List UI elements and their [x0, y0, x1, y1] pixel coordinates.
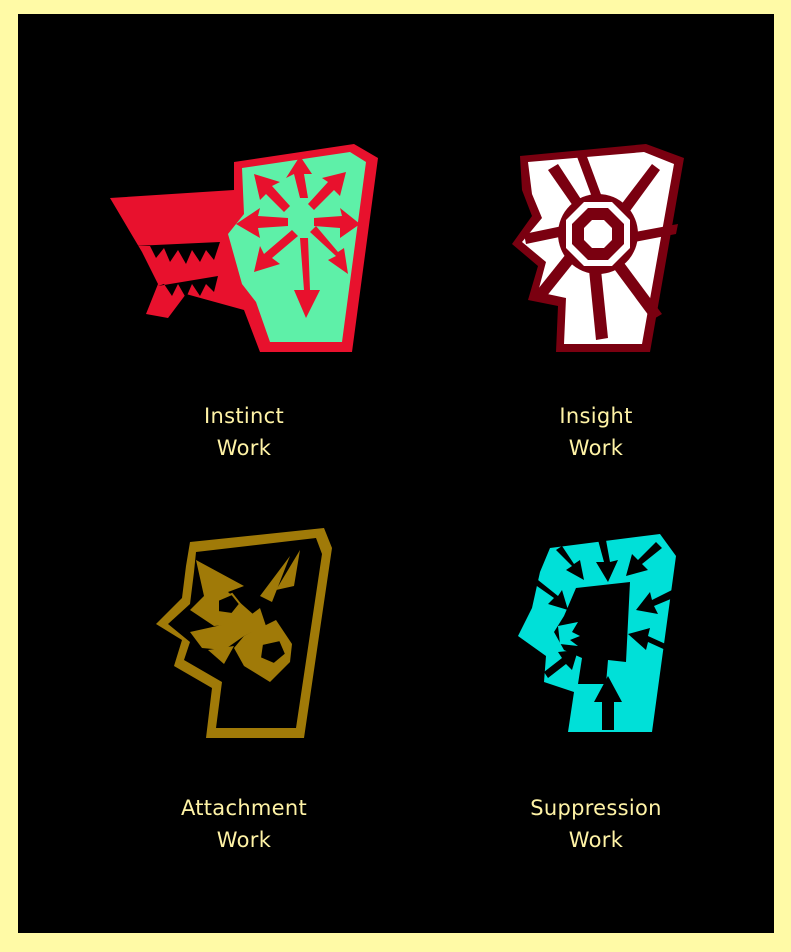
wolf-head-icon	[110, 144, 378, 352]
caption-line-1: Suppression	[530, 796, 662, 820]
card-attachment-work: Attachment Work	[94, 526, 394, 886]
eye-head-icon	[512, 144, 684, 352]
caption-line-1: Instinct	[203, 404, 284, 428]
card-insight-work: Insight Work	[446, 134, 746, 494]
caption-line-1: Attachment	[180, 796, 308, 820]
caption-line-2: Work	[568, 828, 624, 852]
caption-line-2: Work	[216, 436, 272, 460]
card-suppression-work: Suppression Work	[446, 526, 746, 886]
caption-insight-work: Insight Work	[446, 400, 746, 464]
caption-line-1: Insight	[559, 404, 633, 428]
caption-instinct-work: Instinct Work	[94, 400, 394, 464]
card-instinct-work: Instinct Work	[94, 134, 394, 494]
pressed-head-icon	[518, 534, 678, 732]
caption-attachment-work: Attachment Work	[94, 792, 394, 856]
black-panel: Instinct Work Insight Work Attachment Wo…	[18, 14, 774, 933]
caption-line-2: Work	[216, 828, 272, 852]
knot-head-icon	[156, 528, 332, 738]
caption-line-2: Work	[568, 436, 624, 460]
caption-suppression-work: Suppression Work	[446, 792, 746, 856]
